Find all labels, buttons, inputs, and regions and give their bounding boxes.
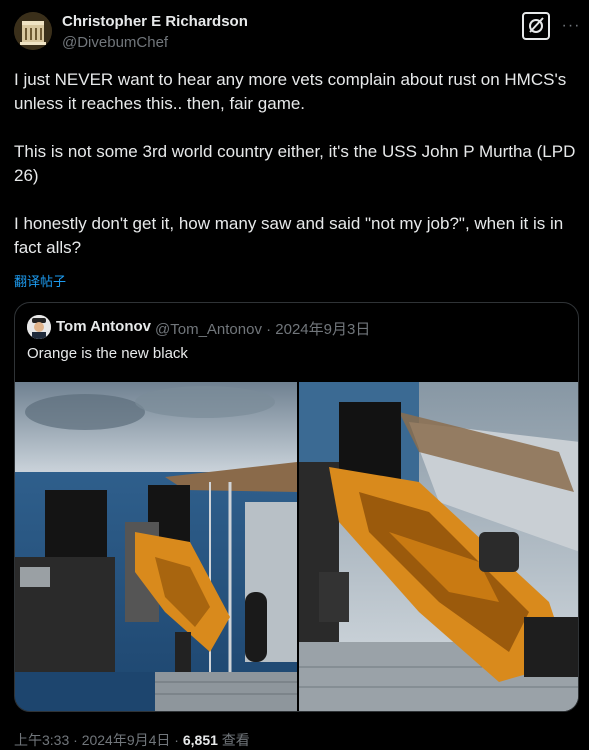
quoted-photo-1[interactable] [15, 382, 297, 711]
quoted-author-display-name[interactable]: Tom Antonov [56, 318, 151, 335]
tweet-paragraph-1: I just NEVER want to hear any more vets … [14, 70, 567, 113]
rusty-machine-gun-photo-icon [15, 382, 297, 711]
tweet-paragraph-2: This is not some 3rd world country eithe… [14, 142, 576, 185]
author-avatar[interactable] [14, 12, 52, 50]
slash-square-icon [529, 17, 544, 33]
grok-button[interactable] [522, 12, 550, 40]
views-label: 查看 [217, 732, 250, 748]
tweet-paragraph-3: I honestly don't get it, how many saw an… [14, 214, 564, 257]
tweet-text: I just NEVER want to hear any more vets … [14, 68, 580, 260]
tweet-footer-meta: 上午3:33 · 2024年9月4日 · 6,851 查看 [14, 730, 250, 750]
sailor-portrait-icon [27, 315, 51, 339]
author-handle[interactable]: @DivebumChef [62, 34, 168, 51]
quoted-tweet-header: Tom Antonov @Tom_Antonov · 2024年9月3日 [27, 315, 567, 339]
views-count: 6,851 [182, 732, 218, 748]
translate-post-link[interactable]: 翻译帖子 [14, 271, 66, 290]
restaurant-building-icon [14, 12, 52, 50]
quoted-tweet-card[interactable]: Tom Antonov @Tom_Antonov · 2024年9月3日 Ora… [14, 302, 579, 712]
rusty-machine-gun-closeup-photo-icon [299, 382, 578, 711]
quoted-tweet-text: Orange is the new black [27, 345, 188, 362]
quoted-photo-2[interactable] [299, 382, 578, 711]
tweet-header: Christopher E Richardson @DivebumChef ··… [14, 10, 579, 56]
tweet-timestamp[interactable]: 上午3:33 · 2024年9月4日 · [14, 732, 183, 748]
more-options-button[interactable]: ··· [561, 14, 581, 38]
quoted-author-avatar[interactable] [27, 315, 51, 339]
author-display-name[interactable]: Christopher E Richardson [62, 13, 248, 30]
quoted-author-handle-date[interactable]: @Tom_Antonov · 2024年9月3日 [155, 318, 370, 339]
